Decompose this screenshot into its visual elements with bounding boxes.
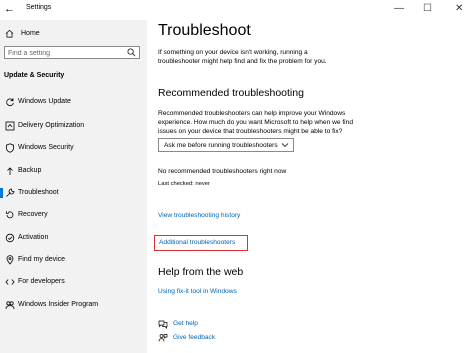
shield-icon bbox=[6, 143, 14, 153]
close-icon[interactable]: ✕ bbox=[455, 2, 463, 16]
wrench-icon bbox=[6, 188, 15, 197]
get-help-link[interactable]: Get help bbox=[173, 320, 198, 327]
last-checked-text: Last checked: never bbox=[158, 181, 210, 187]
window-title: Settings bbox=[26, 4, 52, 11]
give-feedback-link[interactable]: Give feedback bbox=[173, 334, 215, 341]
fix-it-tool-link[interactable]: Using fix-it tool in Windows bbox=[158, 288, 237, 295]
intro-text: If something on your device isn't workin… bbox=[158, 49, 327, 65]
sidebar-item-windows-security[interactable]: Windows Security bbox=[0, 141, 147, 155]
sidebar: Home Update & Security Windows Update De… bbox=[0, 20, 147, 353]
additional-troubleshooters-link[interactable]: Additional troubleshooters bbox=[159, 239, 235, 246]
troubleshoot-preference-dropdown[interactable]: Ask me before running troubleshooters bbox=[158, 138, 294, 152]
sidebar-item-backup[interactable]: Backup bbox=[0, 164, 147, 178]
chevron-down-icon bbox=[281, 143, 289, 148]
sidebar-item-label: Find my device bbox=[18, 256, 66, 263]
sidebar-item-activation[interactable]: Activation bbox=[0, 231, 147, 245]
activation-check-icon bbox=[5, 233, 15, 243]
recommended-description: Recommended troubleshooters can help imp… bbox=[158, 110, 353, 135]
sidebar-item-label: Windows Security bbox=[18, 144, 74, 151]
sidebar-item-label: Activation bbox=[18, 234, 49, 241]
sidebar-home-label: Home bbox=[21, 30, 40, 37]
home-icon bbox=[5, 29, 14, 38]
insider-icon bbox=[5, 301, 15, 310]
search-input[interactable] bbox=[8, 48, 118, 58]
active-indicator bbox=[0, 188, 3, 198]
sidebar-item-label: For developers bbox=[18, 278, 65, 285]
sidebar-item-windows-update[interactable]: Windows Update bbox=[0, 95, 147, 109]
minimize-icon[interactable]: — bbox=[394, 2, 404, 16]
sidebar-item-find-my-device[interactable]: Find my device bbox=[0, 253, 147, 267]
sidebar-section-heading: Update & Security bbox=[4, 72, 65, 79]
sidebar-item-label: Troubleshoot bbox=[18, 189, 59, 196]
page-title: Troubleshoot bbox=[158, 22, 251, 39]
recommended-heading: Recommended troubleshooting bbox=[158, 87, 304, 99]
additional-troubleshooters-highlight: Additional troubleshooters bbox=[154, 235, 248, 251]
backup-icon bbox=[7, 167, 13, 175]
sync-icon bbox=[6, 98, 14, 107]
sidebar-item-label: Windows Update bbox=[18, 98, 71, 105]
dropdown-value: Ask me before running troubleshooters bbox=[164, 142, 278, 149]
chat-help-icon bbox=[158, 320, 168, 329]
sidebar-item-delivery-optimization[interactable]: Delivery Optimization bbox=[0, 119, 147, 133]
sidebar-item-label: Delivery Optimization bbox=[18, 122, 85, 129]
back-arrow-icon[interactable]: ← bbox=[4, 1, 15, 17]
feedback-icon bbox=[158, 334, 168, 342]
sidebar-item-for-developers[interactable]: For developers bbox=[0, 275, 147, 289]
no-recommended-text: No recommended troubleshooters right now bbox=[158, 168, 287, 175]
search-box[interactable] bbox=[4, 46, 140, 59]
sidebar-item-label: Backup bbox=[18, 167, 42, 174]
sidebar-item-troubleshoot[interactable]: Troubleshoot bbox=[0, 186, 147, 200]
sidebar-item-label: Windows Insider Program bbox=[18, 301, 99, 308]
search-icon[interactable] bbox=[127, 48, 136, 57]
title-bar: ← Settings — ☐ ✕ bbox=[0, 0, 474, 20]
help-heading: Help from the web bbox=[158, 266, 244, 278]
developer-icon bbox=[5, 279, 15, 285]
find-device-icon bbox=[6, 255, 14, 265]
sidebar-item-recovery[interactable]: Recovery bbox=[0, 208, 147, 222]
sidebar-item-windows-insider-program[interactable]: Windows Insider Program bbox=[0, 298, 147, 312]
delivery-optimization-icon bbox=[5, 121, 15, 131]
recovery-icon bbox=[6, 211, 14, 219]
view-history-link[interactable]: View troubleshooting history bbox=[158, 212, 240, 219]
maximize-icon[interactable]: ☐ bbox=[423, 2, 432, 16]
sidebar-item-label: Recovery bbox=[18, 211, 48, 218]
